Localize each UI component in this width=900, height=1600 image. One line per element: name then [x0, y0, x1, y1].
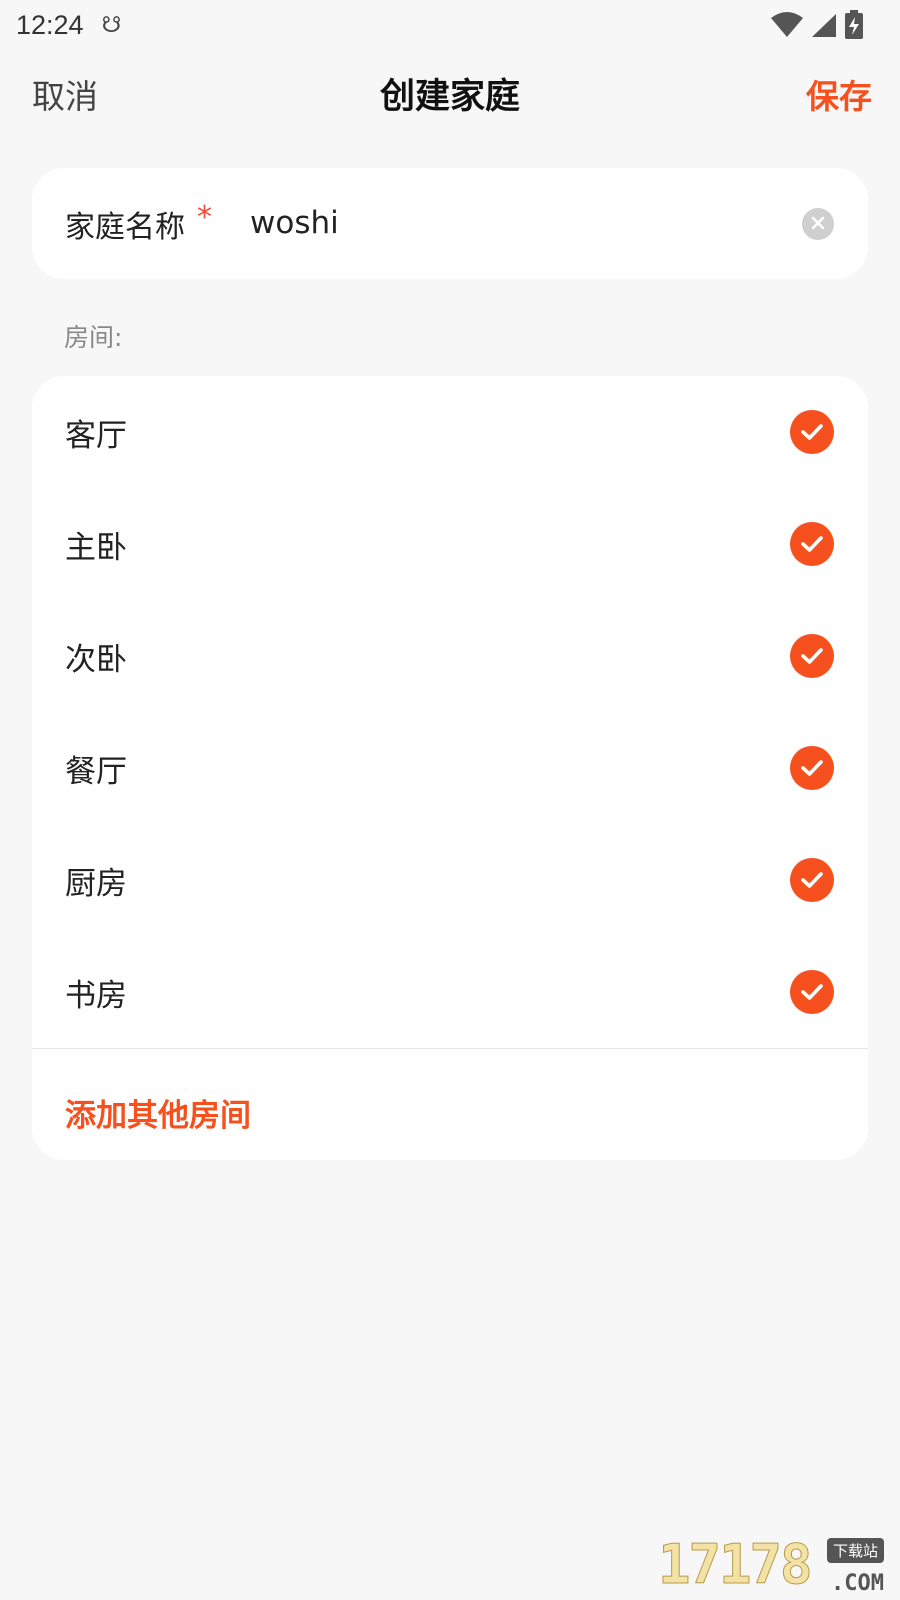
watermark-logo: 17178 下载站 .COM [658, 1532, 888, 1597]
notification-icon: ☋ [101, 12, 122, 38]
rooms-card: 客厅 主卧 次卧 餐厅 厨房 书房 添加其他房间 [32, 376, 868, 1160]
rooms-section-label: 房间: [64, 323, 123, 352]
required-mark: * [197, 200, 212, 235]
checkmark-icon[interactable] [790, 970, 834, 1014]
room-name: 次卧 [65, 641, 127, 678]
room-row-second-bedroom[interactable]: 次卧 [32, 600, 868, 712]
status-left: 12:24 ☋ [16, 10, 121, 41]
clear-icon [811, 215, 825, 234]
home-name-label: 家庭名称 [65, 210, 185, 245]
save-button[interactable]: 保存 [806, 70, 872, 118]
room-name: 餐厅 [65, 753, 127, 790]
checkmark-icon[interactable] [790, 858, 834, 902]
divider [32, 1048, 868, 1049]
checkmark-icon[interactable] [790, 746, 834, 790]
checkmark-icon[interactable] [790, 410, 834, 454]
battery-charging-icon [844, 10, 864, 40]
add-other-room-button[interactable]: 添加其他房间 [65, 1090, 251, 1135]
room-name: 书房 [65, 977, 127, 1014]
clear-input-button[interactable] [802, 208, 834, 240]
room-name: 厨房 [65, 865, 127, 902]
room-row-dining-room[interactable]: 餐厅 [32, 712, 868, 824]
room-row-study[interactable]: 书房 [32, 936, 868, 1048]
room-row-kitchen[interactable]: 厨房 [32, 824, 868, 936]
page-title: 创建家庭 [379, 77, 520, 117]
nav-bar: 取消 创建家庭 保存 [0, 52, 900, 132]
room-row-master-bedroom[interactable]: 主卧 [32, 488, 868, 600]
wifi-icon [770, 12, 804, 38]
room-row-living-room[interactable]: 客厅 [32, 376, 868, 488]
checkmark-icon[interactable] [790, 634, 834, 678]
watermark-suffix: .COM [831, 1571, 884, 1596]
cell-signal-icon [810, 12, 838, 38]
status-right [770, 10, 864, 40]
room-name: 客厅 [65, 417, 127, 454]
room-name: 主卧 [65, 529, 127, 566]
home-name-card: 家庭名称 * [32, 168, 868, 279]
watermark-digits: 17178 [658, 1533, 814, 1597]
home-name-input[interactable] [250, 193, 770, 253]
watermark-badge: 下载站 [826, 1538, 884, 1563]
status-bar: 12:24 ☋ [0, 0, 900, 50]
status-time: 12:24 [16, 9, 84, 40]
checkmark-icon[interactable] [790, 522, 834, 566]
